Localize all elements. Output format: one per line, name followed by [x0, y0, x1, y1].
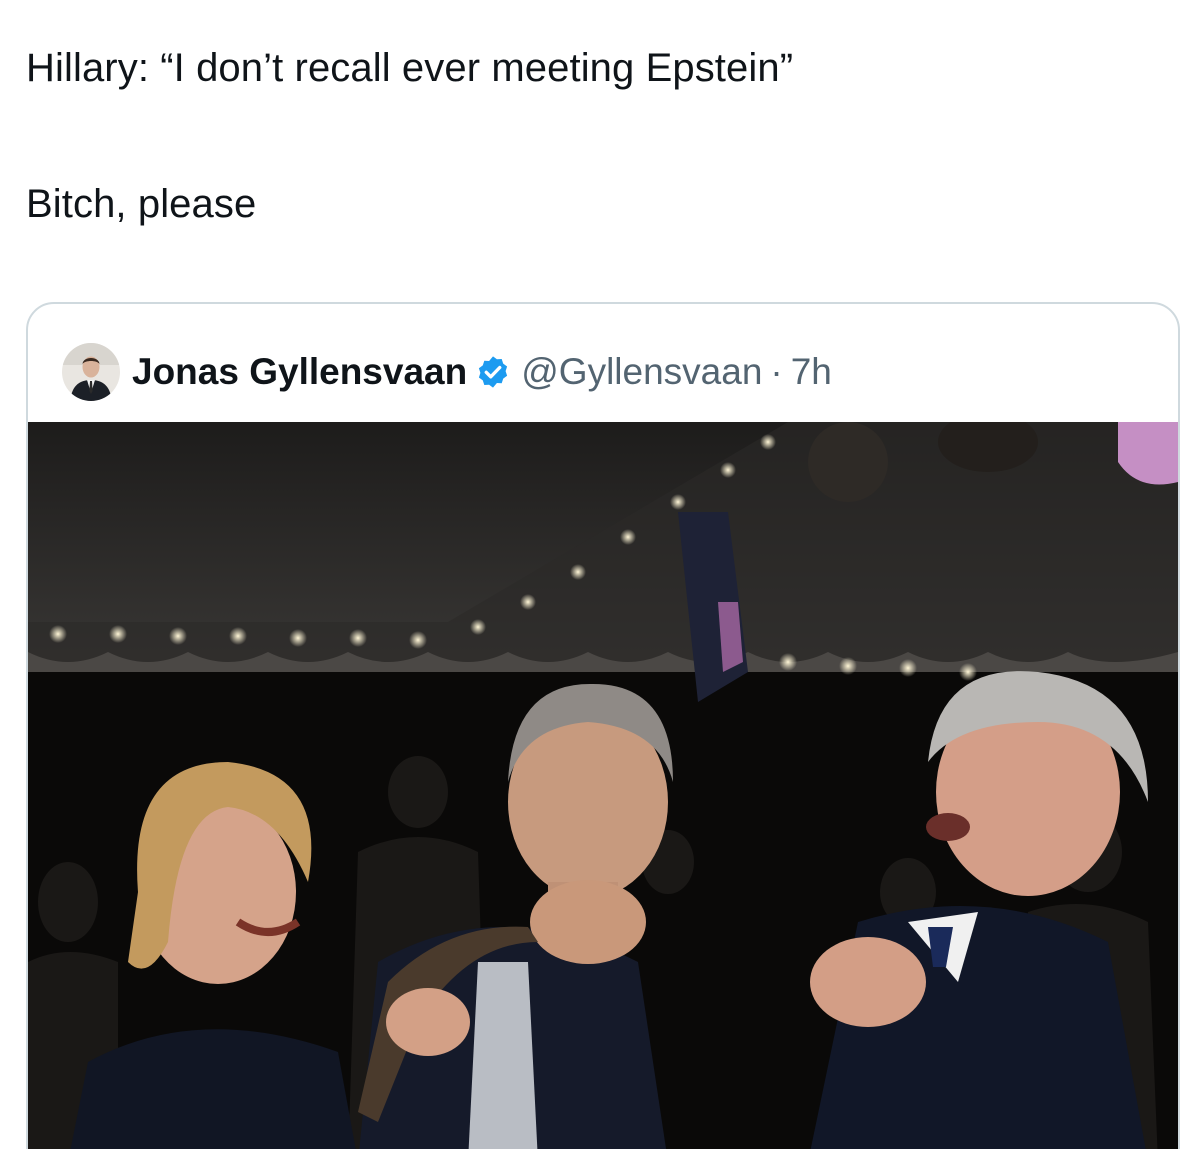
post-text-line-1: Hillary: “I don’t recall ever meeting Ep…	[26, 46, 794, 90]
quoted-tweet-photo[interactable]	[28, 422, 1178, 1149]
author-name[interactable]: Jonas Gyllensvaan	[132, 351, 467, 393]
post-text-line-2: Bitch, please	[26, 182, 257, 226]
avatar-photo-icon	[62, 343, 120, 401]
post-timestamp[interactable]: 7h	[791, 351, 832, 393]
verified-badge-icon	[479, 356, 508, 388]
quoted-tweet-header: Jonas Gyllensvaan @Gyllensvaan · 7h	[62, 342, 832, 402]
avatar[interactable]	[62, 343, 120, 401]
quoted-tweet-card[interactable]: Jonas Gyllensvaan @Gyllensvaan · 7h	[26, 302, 1180, 1149]
meta-separator: ·	[770, 351, 783, 392]
author-handle[interactable]: @Gyllensvaan	[521, 351, 762, 393]
party-photo-icon	[28, 422, 1178, 1149]
